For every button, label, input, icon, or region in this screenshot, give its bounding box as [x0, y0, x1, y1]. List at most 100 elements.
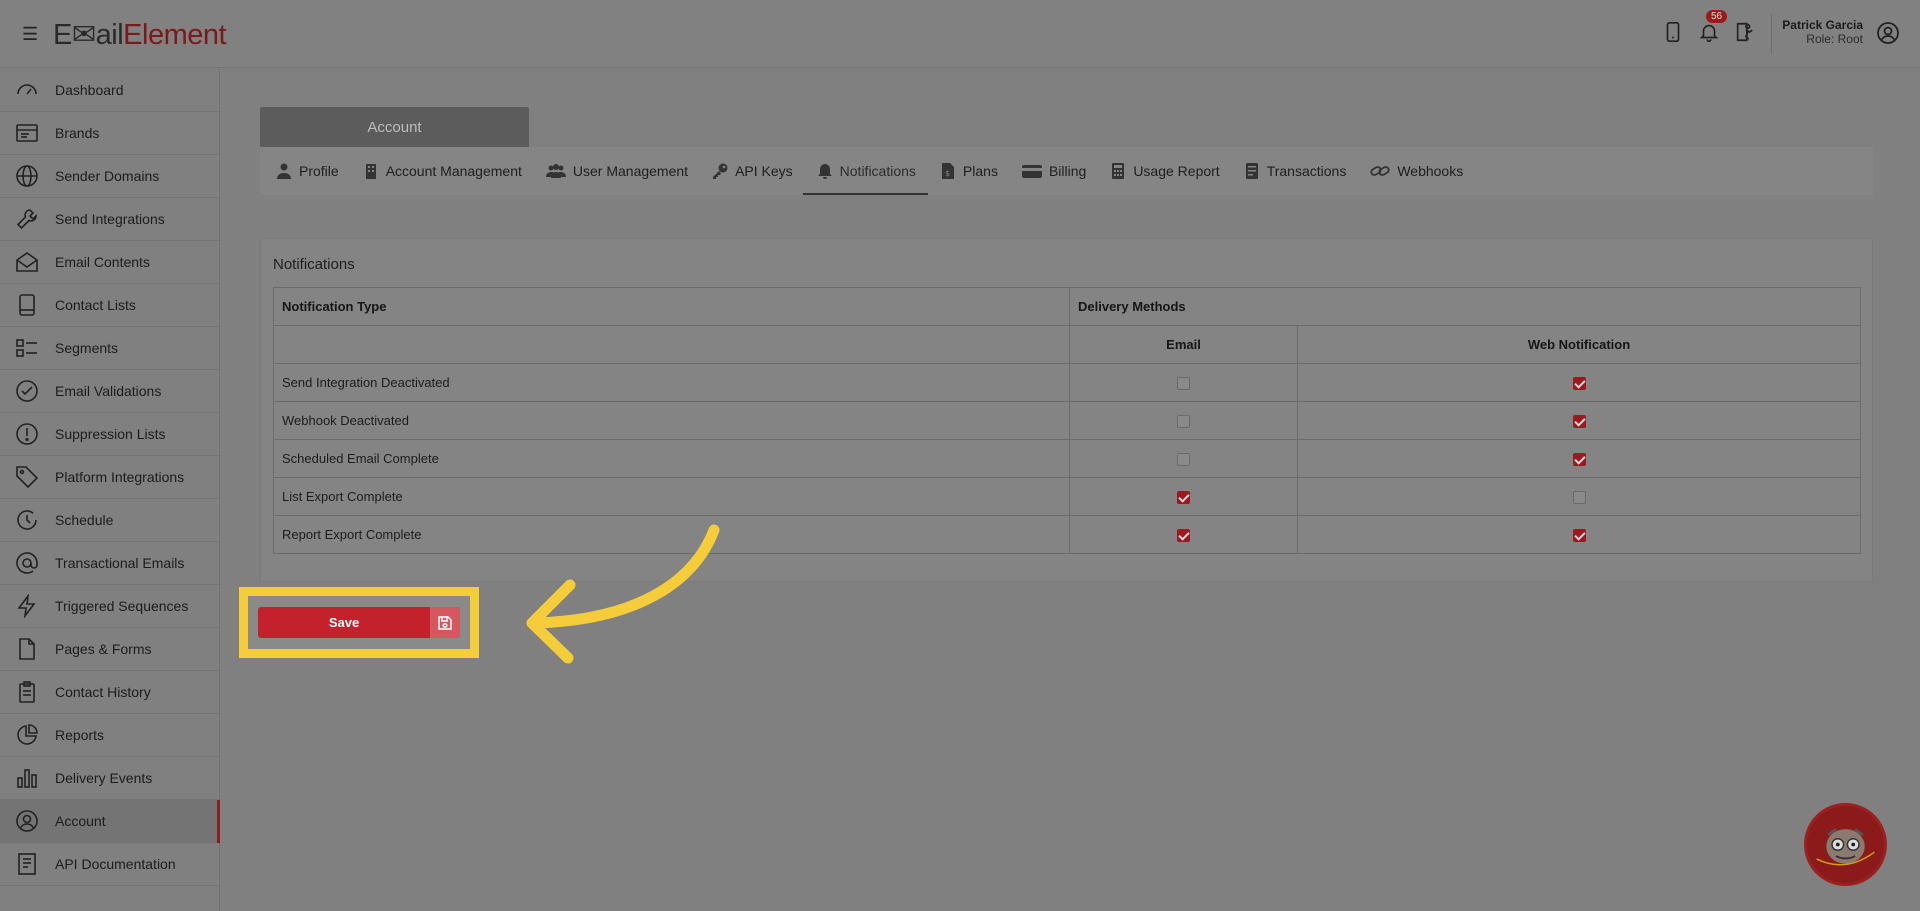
- sidebar-item-dashboard[interactable]: Dashboard: [0, 69, 219, 112]
- user-name: Patrick Garcia: [1782, 18, 1863, 32]
- sidebar-item-api-documentation[interactable]: API Documentation: [0, 843, 219, 886]
- sidebar-item-reports[interactable]: Reports: [0, 714, 219, 757]
- notification-type-cell: Send Integration Deactivated: [273, 363, 1070, 402]
- chat-assistant-avatar[interactable]: [1804, 803, 1887, 886]
- header-delivery-methods: Delivery Methods: [1069, 287, 1861, 326]
- tab-transactions[interactable]: Transactions: [1244, 147, 1346, 195]
- pie-chart-icon: [14, 723, 40, 747]
- book-icon: [14, 293, 40, 317]
- sidebar-item-email-validations[interactable]: Email Validations: [0, 370, 219, 413]
- web-notification-cell: [1297, 515, 1861, 554]
- clock-icon: [14, 508, 40, 532]
- app-logo[interactable]: E✉ailElement: [53, 17, 227, 52]
- web-notification-cell: [1297, 477, 1861, 516]
- bell-icon: [817, 164, 832, 179]
- table-row: Report Export Complete: [273, 515, 1861, 554]
- users-icon: [545, 164, 566, 178]
- sidebar-item-sender-domains[interactable]: Sender Domains: [0, 155, 219, 198]
- exclamation-circle-icon: [14, 422, 40, 446]
- file-dollar-icon: $: [941, 163, 954, 179]
- globe-icon: [14, 164, 40, 188]
- save-button-label: Save: [328, 615, 360, 630]
- tab-webhooks[interactable]: Webhooks: [1370, 147, 1463, 195]
- gauge-icon: [14, 78, 40, 102]
- brands-icon: [14, 121, 40, 145]
- email-checkbox[interactable]: [1177, 415, 1190, 429]
- tag-icon: [14, 465, 40, 489]
- email-checkbox[interactable]: [1177, 491, 1190, 505]
- logo-envelope-icon: ✉: [71, 19, 96, 51]
- web-notification-checkbox[interactable]: [1572, 377, 1586, 391]
- notification-type-cell: List Export Complete: [273, 477, 1070, 516]
- tab-profile[interactable]: Profile: [276, 147, 339, 195]
- web-notification-checkbox[interactable]: [1572, 529, 1586, 543]
- save-button[interactable]: Save: [258, 607, 460, 638]
- tab-usage-report[interactable]: Usage Report: [1110, 147, 1220, 195]
- web-notification-checkbox[interactable]: [1572, 491, 1586, 505]
- account-section-tab[interactable]: Account: [260, 107, 529, 147]
- email-checkbox[interactable]: [1177, 377, 1190, 391]
- email-checkbox[interactable]: [1177, 529, 1190, 543]
- notifications-card: Notifications Notification Type Delivery…: [260, 238, 1873, 582]
- table-row: Webhook Deactivated: [273, 401, 1861, 440]
- tab-api-keys[interactable]: API Keys: [712, 147, 793, 195]
- sidebar-item-send-integrations[interactable]: Send Integrations: [0, 198, 219, 241]
- at-icon: [14, 551, 40, 575]
- sidebar-item-suppression-lists[interactable]: Suppression Lists: [0, 413, 219, 456]
- table-row: Send Integration Deactivated: [273, 363, 1861, 402]
- tab-user-management[interactable]: User Management: [545, 147, 688, 195]
- credit-card-icon: [1021, 165, 1042, 178]
- tab-plans[interactable]: $ Plans: [940, 147, 998, 195]
- sidebar-item-email-contents[interactable]: Email Contents: [0, 241, 219, 284]
- tab-account-management[interactable]: Account Management: [363, 147, 522, 195]
- bell-icon[interactable]: 56: [1698, 10, 1728, 44]
- user-avatar-icon[interactable]: [1876, 21, 1900, 45]
- mobile-icon[interactable]: [1662, 20, 1684, 44]
- sidebar-item-account[interactable]: Account: [0, 800, 220, 843]
- sidebar-item-transactional-emails[interactable]: Transactional Emails: [0, 542, 219, 585]
- tab-notifications[interactable]: Notifications: [802, 147, 929, 195]
- notifications-table: Notification Type Delivery Methods Email…: [273, 287, 1861, 554]
- email-cell: [1069, 401, 1298, 440]
- bar-chart-icon: [14, 766, 40, 790]
- lightning-icon: [14, 594, 40, 618]
- envelope-open-icon: [14, 250, 40, 274]
- header-web-notification: Web Notification: [1297, 325, 1861, 364]
- user-info[interactable]: Patrick Garcia Role: Root: [1782, 18, 1863, 46]
- file-icon: [14, 637, 40, 661]
- calculator-icon: [1112, 163, 1125, 179]
- sidebar-item-triggered-sequences[interactable]: Triggered Sequences: [0, 585, 219, 628]
- email-checkbox[interactable]: [1177, 453, 1190, 467]
- web-notification-checkbox[interactable]: [1572, 453, 1586, 467]
- tab-billing[interactable]: Billing: [1021, 147, 1086, 195]
- account-tabbar: Profile Account Management User Manageme…: [260, 147, 1873, 195]
- floppy-disk-icon: [430, 607, 460, 638]
- building-icon: [365, 164, 376, 179]
- doc-icon: [14, 852, 40, 876]
- sidebar-item-brands[interactable]: Brands: [0, 112, 219, 155]
- header-divider: [1771, 14, 1772, 54]
- sidebar-item-platform-integrations[interactable]: Platform Integrations: [0, 456, 219, 499]
- web-notification-checkbox[interactable]: [1572, 415, 1586, 429]
- notification-count-badge: 56: [1706, 10, 1728, 23]
- user-role: Role: Root: [1806, 32, 1863, 46]
- web-notification-cell: [1297, 363, 1861, 402]
- web-notification-cell: [1297, 439, 1861, 478]
- top-bar: ☰ E✉ailElement 56 Patrick Garcia Role: R…: [0, 0, 1920, 68]
- sidebar-item-contact-lists[interactable]: Contact Lists: [0, 284, 219, 327]
- sidebar-item-segments[interactable]: Segments: [0, 327, 219, 370]
- svg-text:$: $: [945, 169, 950, 178]
- card-title: Notifications: [273, 256, 355, 273]
- exit-icon[interactable]: [1734, 20, 1756, 44]
- notification-type-cell: Scheduled Email Complete: [273, 439, 1070, 478]
- notification-type-cell: Webhook Deactivated: [273, 401, 1070, 440]
- sidebar-item-pages-forms[interactable]: Pages & Forms: [0, 628, 219, 671]
- sidebar-item-delivery-events[interactable]: Delivery Events: [0, 757, 219, 800]
- table-row: Scheduled Email Complete: [273, 439, 1861, 478]
- sidebar-item-contact-history[interactable]: Contact History: [0, 671, 219, 714]
- sidebar: Dashboard Brands Sender Domains Send Int…: [0, 69, 220, 911]
- header-empty: [273, 325, 1070, 364]
- sidebar-item-schedule[interactable]: Schedule: [0, 499, 219, 542]
- email-cell: [1069, 439, 1298, 478]
- hamburger-menu-icon[interactable]: ☰: [22, 24, 38, 45]
